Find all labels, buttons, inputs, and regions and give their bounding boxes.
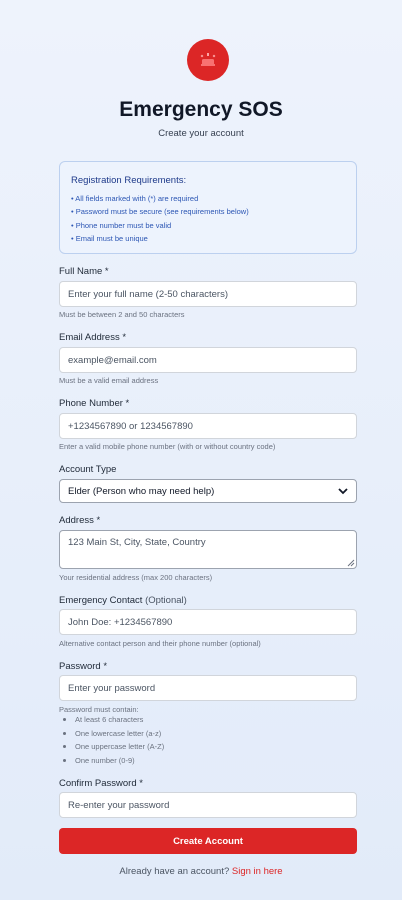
create-account-button[interactable]: Create Account [59, 828, 357, 854]
full-name-input[interactable] [59, 281, 357, 307]
account-type-value: Elder (Person who may need help) [68, 485, 215, 497]
full-name-label: Full Name * [59, 266, 109, 277]
account-type-select[interactable]: Elder (Person who may need help) [59, 479, 357, 503]
page-subtitle: Create your account [158, 128, 244, 139]
app-logo [187, 39, 229, 81]
emergency-contact-hint: Alternative contact person and their pho… [59, 639, 261, 648]
siren-icon [200, 53, 216, 66]
password-rule: One lowercase letter (a-z) [63, 727, 164, 741]
password-rule: One uppercase letter (A-Z) [63, 740, 164, 754]
email-hint: Must be a valid email address [59, 376, 159, 385]
emergency-contact-label-text: Emergency Contact [59, 595, 143, 606]
requirement-item: • Phone number must be valid [71, 220, 172, 230]
requirement-item: • All fields marked with (*) are require… [71, 194, 199, 203]
optional-tag: (Optional) [145, 595, 187, 606]
emergency-contact-input[interactable] [59, 609, 357, 635]
password-input[interactable] [59, 675, 357, 701]
password-label: Password * [59, 661, 108, 672]
account-type-label: Account Type [59, 464, 117, 475]
sign-in-link[interactable]: Sign in here [232, 866, 283, 877]
email-label: Email Address * [59, 332, 127, 343]
resize-grip-icon[interactable] [346, 558, 355, 567]
confirm-password-label: Confirm Password * [59, 778, 143, 789]
signin-prompt: Already have an account? Sign in here [0, 866, 402, 877]
requirements-title: Registration Requirements: [71, 175, 187, 186]
password-rule: One number (0-9) [63, 754, 164, 768]
requirement-item: • Password must be secure (see requireme… [71, 207, 249, 217]
phone-hint: Enter a valid mobile phone number (with … [59, 442, 276, 451]
emergency-contact-label: Emergency Contact (Optional) [59, 595, 187, 606]
address-hint: Your residential address (max 200 charac… [59, 573, 213, 582]
phone-label: Phone Number * [59, 398, 130, 409]
password-rule: At least 6 characters [63, 713, 164, 727]
phone-input[interactable] [59, 413, 357, 439]
chevron-down-icon [338, 487, 348, 494]
requirement-item: • Email must be unique [71, 233, 148, 243]
full-name-hint: Must be between 2 and 50 characters [59, 310, 185, 319]
signin-prompt-text: Already have an account? [119, 866, 230, 877]
requirements-panel: Registration Requirements: • All fields … [59, 161, 357, 254]
page-title: Emergency SOS [119, 98, 283, 121]
password-rules-list: At least 6 characters One lowercase lett… [63, 713, 164, 767]
address-label: Address * [59, 515, 101, 526]
confirm-password-input[interactable] [59, 792, 357, 818]
address-textarea[interactable] [59, 530, 357, 569]
email-input[interactable] [59, 347, 357, 373]
